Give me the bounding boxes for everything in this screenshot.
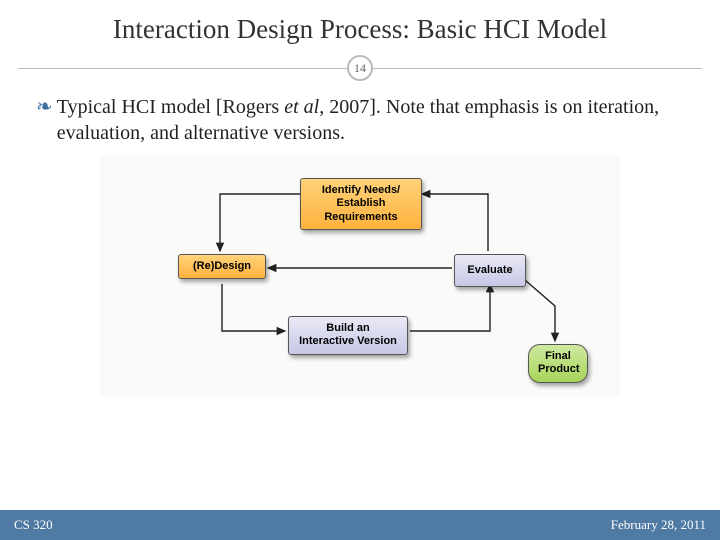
slide-title: Interaction Design Process: Basic HCI Mo… (0, 0, 720, 53)
node-final-product: FinalProduct (528, 344, 588, 382)
hci-model-diagram: Identify Needs/Establish Requirements (R… (100, 156, 620, 396)
node-redesign: (Re)Design (178, 254, 266, 279)
node-evaluate: Evaluate (454, 254, 526, 287)
bullet-text: Typical HCI model [Rogers et al, 2007]. … (57, 95, 684, 146)
body-text: ❧ Typical HCI model [Rogers et al, 2007]… (0, 89, 720, 396)
bullet-text-pre: Typical HCI model [Rogers (57, 96, 284, 118)
bullet-item: ❧ Typical HCI model [Rogers et al, 2007]… (36, 95, 684, 146)
title-divider: 14 (18, 53, 702, 83)
node-identify-needs: Identify Needs/Establish Requirements (300, 178, 422, 230)
slide-footer: CS 320 February 28, 2011 (0, 510, 720, 540)
footer-date: February 28, 2011 (611, 517, 706, 533)
bullet-text-italic: et al (284, 96, 319, 118)
node-build-interactive: Build anInteractive Version (288, 316, 408, 354)
bullet-glyph-icon: ❧ (36, 95, 51, 146)
footer-course: CS 320 (14, 517, 53, 533)
slide-number-badge: 14 (347, 55, 373, 81)
